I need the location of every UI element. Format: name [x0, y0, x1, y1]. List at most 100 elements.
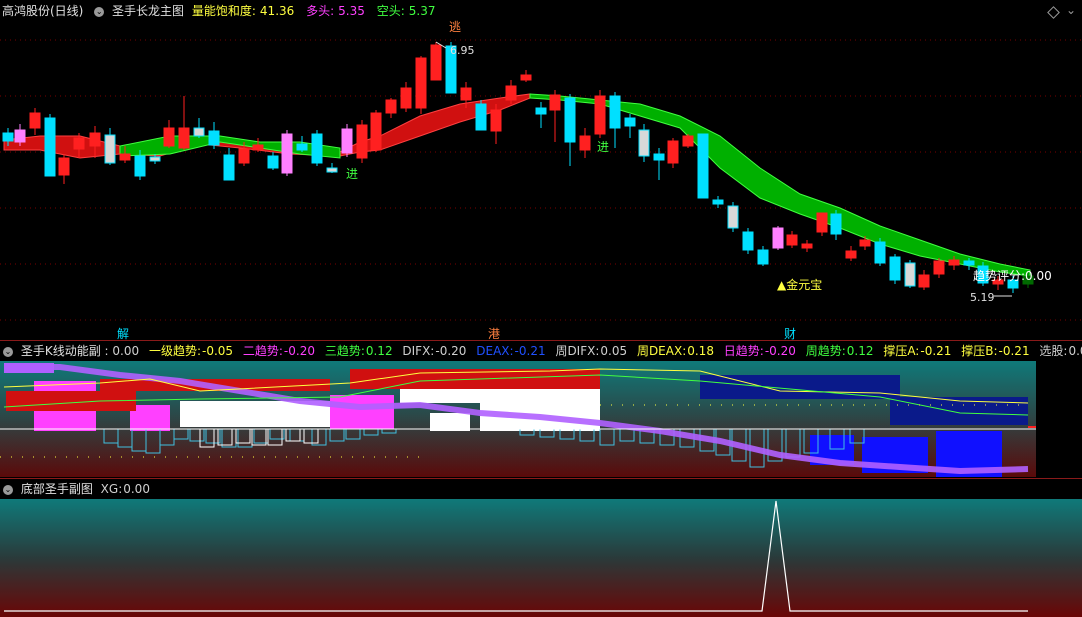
- candle-body: [918, 274, 930, 288]
- main-item-2-label: 空头:: [376, 4, 405, 18]
- sub1-item-0: : 0.00: [104, 344, 140, 358]
- sub1-toggle-icon[interactable]: ⌄: [3, 346, 13, 357]
- candle-body: [520, 74, 532, 81]
- candle-body: [609, 95, 621, 129]
- candle-body: [149, 156, 161, 162]
- candle-body: [326, 167, 338, 173]
- sub1-item-6-value: 0.05: [600, 344, 628, 358]
- candle-body: [460, 87, 472, 101]
- stock-name: 高鸿股份(日线): [2, 4, 84, 18]
- sub1-item-10-value: -0.21: [920, 344, 952, 358]
- sub1-item-5-label: DEAX:: [476, 344, 514, 358]
- candle-body: [44, 117, 56, 177]
- candle-body: [29, 112, 41, 129]
- candle-body: [178, 127, 190, 149]
- candle-body: [415, 57, 427, 109]
- sub1-item-1-label: 一级趋势:: [148, 344, 201, 358]
- sub1-item-5-value: -0.21: [514, 344, 546, 358]
- candle-body: [73, 137, 85, 150]
- main-item-0-label: 量能饱和度:: [191, 4, 256, 18]
- bottom-signal-chart: [0, 499, 1082, 617]
- candle-body: [963, 260, 975, 266]
- sub2-background: [0, 499, 1082, 617]
- trend-band: [180, 401, 330, 427]
- candle-body: [104, 134, 116, 164]
- sub1-indicator-name[interactable]: 圣手K线动能副: [21, 344, 101, 358]
- sub1-item-9-label: 周趋势:: [805, 344, 846, 358]
- panel-divider-1: [0, 340, 1082, 341]
- candle-body: [505, 85, 517, 101]
- low-price-label: 5.19: [970, 291, 995, 304]
- sub1-item-12-value: 0.00: [1068, 344, 1082, 358]
- sub2-indicator-name[interactable]: 底部圣手副图: [21, 482, 93, 496]
- candle-body: [682, 135, 694, 147]
- candle-body: [624, 117, 636, 127]
- candle-body: [341, 128, 353, 154]
- main-item-1-label: 多头:: [306, 4, 335, 18]
- main-item-0-value: 41.36: [259, 4, 295, 18]
- trend-score: 趋势评分:0.00: [973, 269, 1052, 283]
- sub1-item-7-label: 周DEAX:: [636, 344, 687, 358]
- candle-body: [2, 132, 14, 142]
- main-indicator-name[interactable]: 圣手长龙主图: [112, 4, 184, 18]
- candle-body: [772, 227, 784, 249]
- candle-body: [281, 133, 293, 174]
- candle-body: [356, 124, 368, 159]
- candle-body: [801, 243, 813, 249]
- axis-marker-1: 解: [117, 327, 129, 340]
- candle-body: [933, 260, 945, 275]
- sub1-item-2-label: 二趋势:: [242, 344, 283, 358]
- sub2-toggle-icon[interactable]: ⌄: [3, 484, 13, 495]
- sub2-panel-header: ⌄ 底部圣手副图 XG:0.00: [0, 480, 154, 498]
- sub1-item-1-value: -0.05: [201, 344, 234, 358]
- sub1-item-9-value: 0.12: [846, 344, 874, 358]
- candle-body: [193, 127, 205, 137]
- trend-band: [430, 413, 470, 431]
- candle-body: [163, 127, 175, 147]
- candle-body: [594, 95, 606, 135]
- candle-body: [816, 212, 828, 233]
- sub2-item-0-label: XG:: [100, 482, 123, 496]
- candle-body: [786, 234, 798, 246]
- candle-body: [252, 144, 264, 151]
- sub1-item-3-label: 三趋势:: [324, 344, 365, 358]
- candle-body: [727, 205, 739, 229]
- candle-body: [238, 148, 250, 164]
- sub1-panel-header: ⌄ 圣手K线动能副 : 0.00 一级趋势:-0.05 二趋势:-0.20 三趋…: [0, 342, 1082, 360]
- candle-body: [490, 109, 502, 132]
- sub1-item-12-label: 选股:: [1039, 344, 1068, 358]
- sub2-item-0-value: 0.00: [123, 482, 150, 496]
- indicator-toggle-icon[interactable]: ⌄: [94, 6, 105, 17]
- sub1-item-7-value: 0.18: [687, 344, 714, 358]
- panel-divider-2: [0, 478, 1082, 479]
- candle-body: [58, 157, 70, 176]
- candle-body: [535, 107, 547, 115]
- panel-menu-icon[interactable]: [1047, 6, 1060, 19]
- sub1-item-10-label: 撑压A:: [883, 344, 920, 358]
- candle-body: [845, 250, 857, 259]
- candle-body: [385, 99, 397, 114]
- candle-body: [430, 44, 442, 81]
- momentum-chart: [0, 361, 1036, 477]
- candle-body: [549, 94, 561, 111]
- candle-body: [859, 239, 871, 247]
- enter-signal-1: 进: [346, 167, 358, 181]
- main-item-1-value: 5.35: [338, 4, 365, 18]
- candle-body: [119, 153, 131, 161]
- candle-body: [564, 97, 576, 143]
- candle-body: [697, 133, 709, 199]
- sub1-item-3-value: 0.12: [365, 344, 393, 358]
- candle-body: [830, 213, 842, 235]
- candle-body: [904, 262, 916, 287]
- candle-body: [653, 153, 665, 161]
- trend-band: [480, 391, 600, 431]
- candle-body: [742, 231, 754, 251]
- candle-body: [712, 199, 724, 205]
- candle-body: [638, 129, 650, 157]
- axis-marker-3: 财: [784, 327, 796, 340]
- candle-body: [311, 133, 323, 164]
- chevron-down-icon[interactable]: ⌄: [1066, 3, 1076, 17]
- sub1-item-2-value: -0.20: [283, 344, 315, 358]
- candle-body: [267, 155, 279, 169]
- candlestick-chart: 逃 6.95 进 进 ▲金元宝 趋势评分:0.00 5.19 解 港 财: [0, 20, 1082, 340]
